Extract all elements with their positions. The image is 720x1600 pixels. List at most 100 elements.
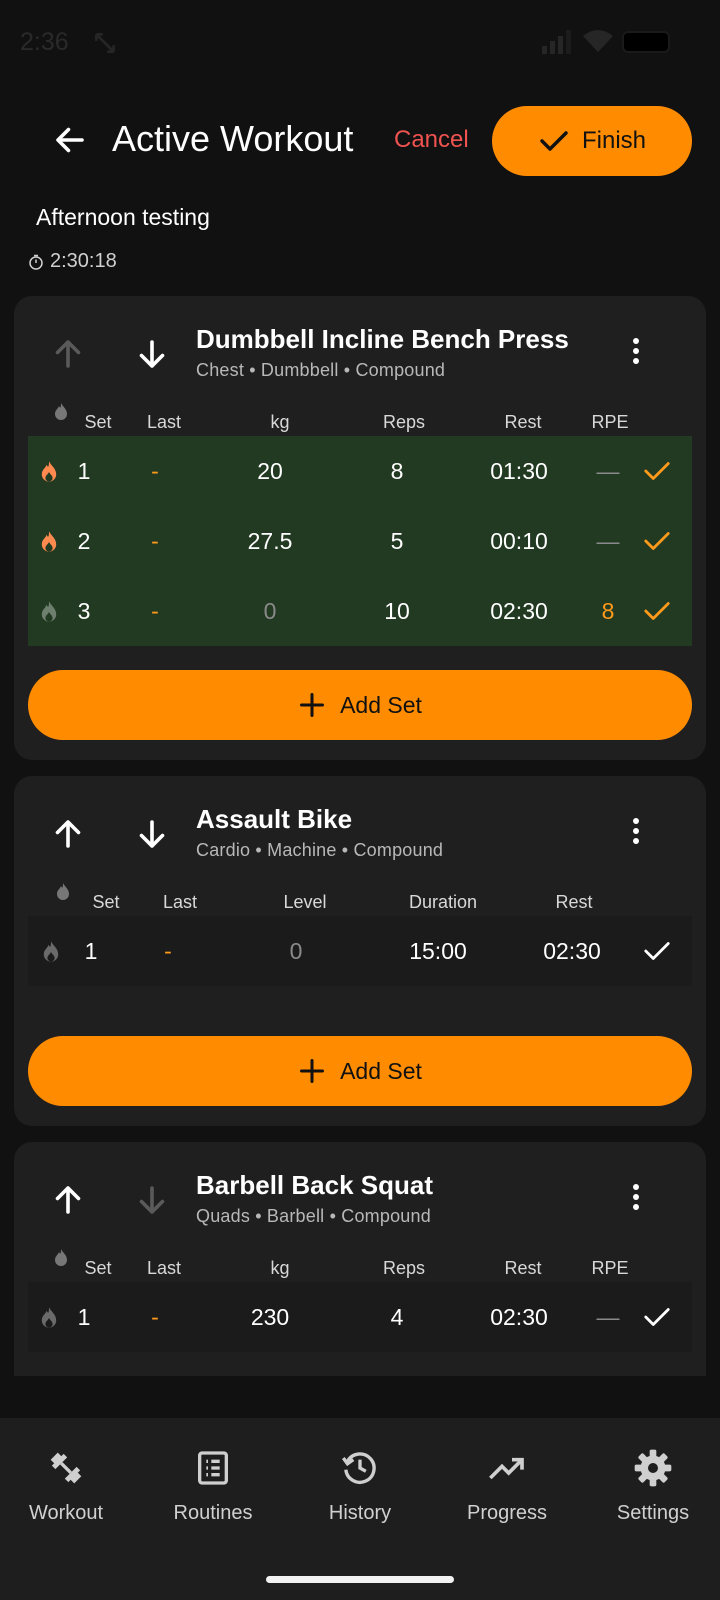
nav-item-history[interactable]: History [290, 1448, 430, 1525]
duration-input[interactable]: 15:00 [409, 916, 467, 986]
warmup-column-icon [55, 403, 67, 420]
flame-icon[interactable] [38, 600, 60, 624]
column-header-rest: Rest [504, 1258, 542, 1278]
column-header-kg: kg [270, 412, 290, 432]
rpe-input[interactable]: — [597, 1282, 620, 1352]
move-up-icon[interactable] [50, 816, 86, 852]
history-icon [341, 1452, 376, 1484]
check-icon [540, 131, 568, 151]
last-value: - [151, 1304, 159, 1330]
complete-check-icon[interactable] [640, 526, 674, 556]
column-header-rest: Rest [555, 892, 593, 912]
kg-input[interactable]: 230 [251, 1282, 289, 1352]
nav-item-settings[interactable]: Settings [583, 1448, 720, 1525]
set-number: 2 [77, 528, 91, 554]
column-header-last: Last [146, 1258, 182, 1278]
reps-input[interactable]: 4 [391, 1282, 404, 1352]
nav-label: Workout [28, 1502, 104, 1524]
last-value: - [151, 598, 159, 624]
nav-label: History [328, 1502, 392, 1524]
column-header-rpe: RPE [591, 1258, 629, 1278]
rest-input[interactable]: 02:30 [490, 576, 548, 646]
set-row: 1 - 0 15:00 02:30 [28, 916, 692, 986]
exercise-card: Dumbbell Incline Bench Press Chest • Dum… [14, 296, 706, 760]
column-header-rpe: RPE [591, 412, 629, 432]
reps-input[interactable]: 8 [391, 436, 404, 506]
kg-input[interactable]: 20 [257, 436, 283, 506]
complete-check-icon[interactable] [640, 1302, 674, 1332]
home-indicator[interactable] [266, 1576, 454, 1583]
warmup-column-icon [55, 1249, 67, 1266]
rpe-input[interactable]: 8 [602, 576, 615, 646]
add-set-button[interactable]: Add Set [28, 670, 692, 740]
reps-input[interactable]: 5 [391, 506, 404, 576]
exercise-card: Barbell Back Squat Quads • Barbell • Com… [14, 1142, 706, 1376]
last-value: - [164, 938, 172, 964]
rpe-input[interactable]: — [597, 506, 620, 576]
exercise-name[interactable]: Barbell Back Squat [196, 1170, 433, 1201]
more-options-icon[interactable] [626, 1182, 646, 1212]
move-down-icon[interactable] [134, 336, 170, 372]
complete-check-icon[interactable] [640, 936, 674, 966]
plus-icon [300, 1058, 325, 1084]
set-number: 1 [77, 458, 91, 484]
set-rows: 1 - 20 8 01:30 — 2 - 27.5 5 00:10 — 3 - … [28, 436, 692, 646]
add-set-label: Add Set [340, 691, 422, 718]
more-options-icon[interactable] [626, 816, 646, 846]
flame-icon[interactable] [40, 940, 62, 964]
dumbbell-icon [50, 1452, 82, 1484]
finish-label: Finish [581, 127, 647, 154]
workout-name[interactable]: Afternoon testing [36, 204, 210, 231]
exercise-card: Assault Bike Cardio • Machine • Compound… [14, 776, 706, 1126]
exercise-name[interactable]: Dumbbell Incline Bench Press [196, 324, 569, 355]
complete-check-icon[interactable] [640, 596, 674, 626]
wifi-icon [583, 30, 613, 52]
level-input[interactable]: 0 [290, 916, 303, 986]
workout-timer: 2:30:18 [28, 250, 117, 273]
last-value: - [151, 458, 159, 484]
nav-item-workout[interactable]: Workout [0, 1448, 136, 1525]
set-number: 3 [77, 598, 91, 624]
nav-item-routines[interactable]: Routines [143, 1448, 283, 1525]
move-up-icon[interactable] [50, 336, 86, 372]
trending-up-icon [489, 1457, 524, 1480]
nav-label: Routines [173, 1502, 253, 1524]
back-arrow-icon[interactable] [52, 122, 88, 158]
flame-icon[interactable] [38, 530, 60, 554]
add-set-button[interactable]: Add Set [28, 1036, 692, 1106]
nav-label: Settings [616, 1502, 690, 1524]
last-value: - [151, 528, 159, 554]
set-rows: 1 - 0 15:00 02:30 [28, 916, 692, 986]
move-down-icon[interactable] [134, 1182, 170, 1218]
set-row: 1 - 20 8 01:30 — [28, 436, 692, 506]
set-row: 2 - 27.5 5 00:10 — [28, 506, 692, 576]
signal-icon [542, 30, 571, 54]
more-options-icon[interactable] [626, 336, 646, 366]
rest-input[interactable]: 00:10 [490, 506, 548, 576]
set-rows: 1 - 230 4 02:30 — [28, 1282, 692, 1352]
rpe-input[interactable]: — [597, 436, 620, 506]
kg-input[interactable]: 27.5 [248, 506, 293, 576]
nav-item-progress[interactable]: Progress [437, 1448, 577, 1525]
nav-label: Progress [466, 1502, 548, 1524]
column-header-level: Level [283, 892, 327, 912]
column-header-set: Set [92, 892, 120, 912]
status-time: 2:36 [20, 28, 69, 56]
flame-icon[interactable] [38, 460, 60, 484]
finish-button[interactable]: Finish [492, 106, 692, 176]
flame-icon[interactable] [38, 1306, 60, 1330]
rest-input[interactable]: 01:30 [490, 436, 548, 506]
rest-input[interactable]: 02:30 [543, 916, 601, 986]
exercise-name[interactable]: Assault Bike [196, 804, 352, 835]
plus-icon [300, 692, 325, 718]
battery-icon [622, 31, 670, 53]
move-up-icon[interactable] [50, 1182, 86, 1218]
cancel-button[interactable]: Cancel [394, 126, 469, 154]
rest-input[interactable]: 02:30 [490, 1282, 548, 1352]
status-bar: 2:36 [0, 0, 720, 84]
kg-input[interactable]: 0 [264, 576, 277, 646]
move-down-icon[interactable] [134, 816, 170, 852]
column-header-kg: kg [270, 1258, 290, 1278]
complete-check-icon[interactable] [640, 456, 674, 486]
reps-input[interactable]: 10 [384, 576, 410, 646]
